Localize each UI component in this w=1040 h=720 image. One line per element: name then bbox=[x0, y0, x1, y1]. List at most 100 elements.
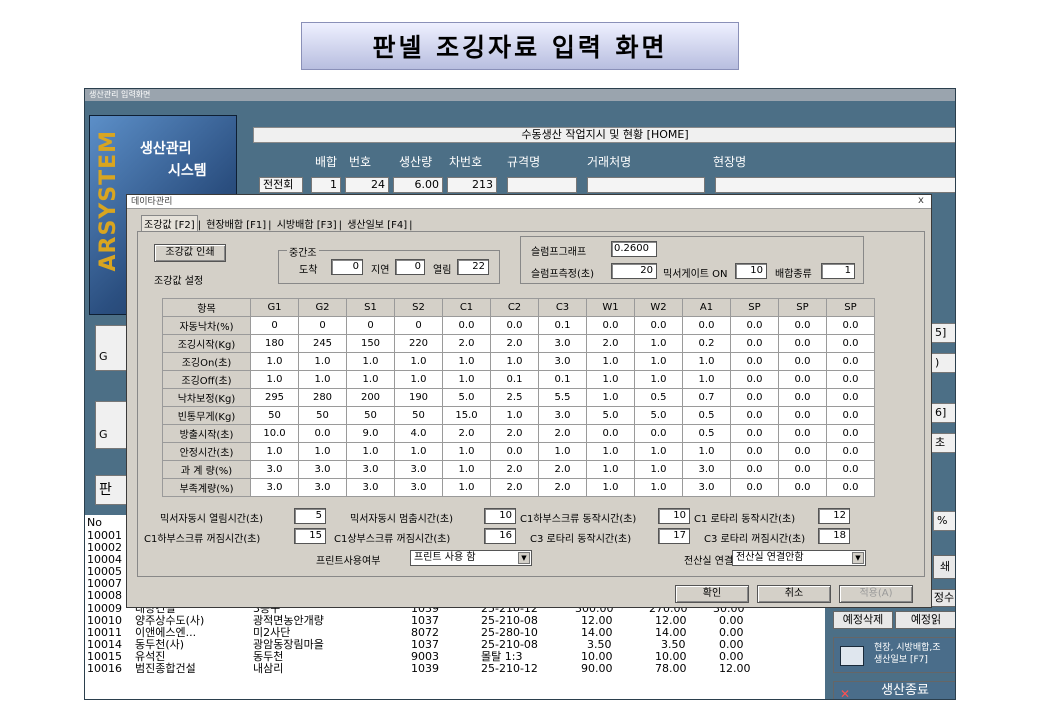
grid-cell[interactable]: 0.5 bbox=[682, 424, 731, 443]
grid-cell[interactable]: 3.0 bbox=[250, 460, 299, 479]
grid-cell[interactable]: 1.0 bbox=[634, 442, 683, 461]
status-report-button[interactable]: 현장, 시방배합,조 생산일보 [F7] bbox=[833, 637, 955, 673]
chevron-down-icon[interactable]: ▼ bbox=[852, 552, 864, 564]
grid-cell[interactable]: 1.0 bbox=[586, 388, 635, 407]
tab-site-mix[interactable]: 현장배합 [F1] bbox=[204, 216, 268, 231]
tab-jogging[interactable]: 조강값 [F2] bbox=[141, 215, 198, 231]
grid-cell[interactable]: 0.0 bbox=[730, 316, 779, 335]
grid-cell[interactable]: 9.0 bbox=[346, 424, 395, 443]
close-icon[interactable]: x bbox=[915, 195, 927, 207]
grid-cell[interactable]: 1.0 bbox=[538, 442, 587, 461]
slump-graph-field[interactable]: 0.2600 bbox=[611, 241, 657, 257]
tab-daily-report[interactable]: 생산일보 [F4] bbox=[345, 216, 409, 231]
jogging-print-button[interactable]: 조강값 인쇄 bbox=[154, 244, 226, 262]
grid-cell[interactable]: 1.0 bbox=[442, 460, 491, 479]
grid-cell[interactable]: 3.0 bbox=[394, 478, 443, 497]
grid-cell[interactable]: 3.0 bbox=[298, 478, 347, 497]
print-use-select[interactable]: 프린트 사용 함 ▼ bbox=[410, 550, 532, 566]
grid-cell[interactable]: 0.0 bbox=[778, 370, 827, 389]
grid-cell[interactable]: 0.0 bbox=[778, 406, 827, 425]
grid-cell[interactable]: 1.0 bbox=[586, 478, 635, 497]
grid-cell[interactable]: 1.0 bbox=[634, 334, 683, 353]
grid-cell[interactable]: 2.0 bbox=[490, 424, 539, 443]
production-end-button[interactable]: ✕ 생산종료 bbox=[833, 681, 955, 699]
grid-cell[interactable]: 190 bbox=[394, 388, 443, 407]
grid-cell[interactable]: 1.0 bbox=[394, 352, 443, 371]
fix-button[interactable]: 정수 bbox=[931, 589, 955, 607]
grid-cell[interactable]: 280 bbox=[298, 388, 347, 407]
grid-cell[interactable]: 1.0 bbox=[634, 478, 683, 497]
number-field[interactable]: 24 bbox=[345, 177, 389, 193]
grid-cell[interactable]: 1.0 bbox=[442, 370, 491, 389]
arrive-field[interactable]: 0 bbox=[331, 259, 363, 275]
plan-delete-button[interactable]: 예정삭제 bbox=[833, 611, 893, 629]
grid-cell[interactable]: 0.1 bbox=[538, 370, 587, 389]
grid-cell[interactable]: 2.0 bbox=[538, 478, 587, 497]
grid-cell[interactable]: 1.0 bbox=[250, 352, 299, 371]
grid-cell[interactable]: 245 bbox=[298, 334, 347, 353]
grid-cell[interactable]: 0.0 bbox=[826, 442, 875, 461]
site-field[interactable] bbox=[715, 177, 955, 193]
grid-cell[interactable]: 2.0 bbox=[490, 460, 539, 479]
grid-cell[interactable]: 3.0 bbox=[346, 460, 395, 479]
grid-cell[interactable]: 1.0 bbox=[634, 460, 683, 479]
grid-cell[interactable]: 0.0 bbox=[826, 460, 875, 479]
grid-cell[interactable]: 1.0 bbox=[346, 370, 395, 389]
grid-cell[interactable]: 0.0 bbox=[490, 316, 539, 335]
grid-cell[interactable]: 2.0 bbox=[538, 424, 587, 443]
chevron-down-icon[interactable]: ▼ bbox=[518, 552, 530, 564]
grid-cell[interactable]: 1.0 bbox=[634, 370, 683, 389]
c3-rotary-off-field[interactable]: 18 bbox=[818, 528, 850, 544]
grid-cell[interactable]: 0.0 bbox=[826, 478, 875, 497]
grid-cell[interactable]: 1.0 bbox=[682, 352, 731, 371]
grid-cell[interactable]: 295 bbox=[250, 388, 299, 407]
grid-cell[interactable]: 2.0 bbox=[442, 334, 491, 353]
print-button[interactable]: 쇄 bbox=[933, 555, 955, 579]
grid-cell[interactable]: 1.0 bbox=[586, 370, 635, 389]
grid-cell[interactable]: 0.0 bbox=[730, 406, 779, 425]
grid-cell[interactable]: 0.0 bbox=[634, 424, 683, 443]
grid-cell[interactable]: 0.0 bbox=[826, 334, 875, 353]
grid-cell[interactable]: 3.0 bbox=[538, 352, 587, 371]
grid-cell[interactable]: 0.0 bbox=[778, 478, 827, 497]
grid-cell[interactable]: 3.0 bbox=[682, 478, 731, 497]
grid-cell[interactable]: 1.0 bbox=[490, 352, 539, 371]
quantity-field[interactable]: 6.00 bbox=[393, 177, 443, 193]
slump-measure-field[interactable]: 20 bbox=[611, 263, 657, 279]
grid-cell[interactable]: 0.0 bbox=[730, 352, 779, 371]
c1-rotary-run-field[interactable]: 12 bbox=[818, 508, 850, 524]
grid-cell[interactable]: 50 bbox=[298, 406, 347, 425]
grid-cell[interactable]: 0 bbox=[394, 316, 443, 335]
grid-cell[interactable]: 0.2 bbox=[682, 334, 731, 353]
grid-cell[interactable]: 1.0 bbox=[250, 442, 299, 461]
grid-cell[interactable]: 0.0 bbox=[826, 388, 875, 407]
grid-cell[interactable]: 3.0 bbox=[250, 478, 299, 497]
grid-cell[interactable]: 0.0 bbox=[826, 316, 875, 335]
grid-cell[interactable]: 1.0 bbox=[586, 442, 635, 461]
grid-cell[interactable]: 0.0 bbox=[826, 352, 875, 371]
grid-cell[interactable]: 220 bbox=[394, 334, 443, 353]
grid-cell[interactable]: 0 bbox=[250, 316, 299, 335]
grid-cell[interactable]: 50 bbox=[250, 406, 299, 425]
mixer-open-field[interactable]: 5 bbox=[294, 508, 326, 524]
grid-cell[interactable]: 1.0 bbox=[442, 352, 491, 371]
grid-cell[interactable]: 3.0 bbox=[538, 406, 587, 425]
plan-read-button[interactable]: 예정읽 bbox=[895, 611, 955, 629]
grid-cell[interactable]: 3.0 bbox=[538, 334, 587, 353]
grid-cell[interactable]: 0.5 bbox=[682, 406, 731, 425]
grid-cell[interactable]: 50 bbox=[394, 406, 443, 425]
grid-cell[interactable]: 2.0 bbox=[490, 478, 539, 497]
grid-cell[interactable]: 0.0 bbox=[778, 352, 827, 371]
grid-cell[interactable]: 5.0 bbox=[634, 406, 683, 425]
grid-cell[interactable]: 0.0 bbox=[778, 316, 827, 335]
grid-cell[interactable]: 10.0 bbox=[250, 424, 299, 443]
grid-cell[interactable]: 0.0 bbox=[826, 370, 875, 389]
grid-cell[interactable]: 0.1 bbox=[538, 316, 587, 335]
grid-cell[interactable]: 5.5 bbox=[538, 388, 587, 407]
delay-field[interactable]: 0 bbox=[395, 259, 425, 275]
grid-cell[interactable]: 1.0 bbox=[442, 478, 491, 497]
grid-cell[interactable]: 1.0 bbox=[394, 442, 443, 461]
grid-cell[interactable]: 3.0 bbox=[682, 460, 731, 479]
grid-cell[interactable]: 1.0 bbox=[346, 352, 395, 371]
grid-cell[interactable]: 0.7 bbox=[682, 388, 731, 407]
